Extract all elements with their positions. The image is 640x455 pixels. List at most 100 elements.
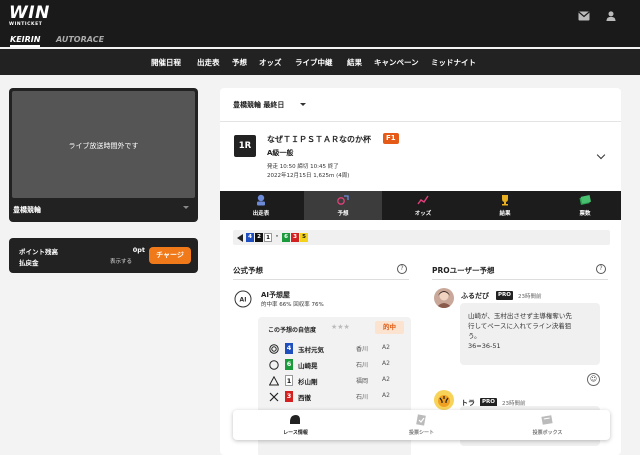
race-tabs: 出走表 予想 オッズ 結果 票数: [220, 191, 621, 220]
tiger-avatar-icon: [434, 390, 454, 410]
pro-prediction-title: PROユーザー予想: [432, 266, 495, 275]
svg-text:AI: AI: [240, 297, 247, 304]
tab-autorace[interactable]: AUTORACE: [56, 34, 104, 47]
tab-results[interactable]: 結果: [466, 191, 544, 220]
payout-show-link[interactable]: 表示する: [110, 257, 132, 265]
line-order-number: 1: [264, 233, 272, 242]
prediction-row: 1 杉山剛 福岡 A2: [266, 374, 406, 388]
live-offline-message: ライブ放送時間外です: [68, 142, 139, 150]
rider-name: 山崎晃: [298, 362, 318, 370]
point-balance-value: 0pt: [132, 246, 145, 254]
pro-badge: PRO: [496, 291, 513, 300]
odds-chart-icon: [417, 195, 429, 205]
charge-button[interactable]: チャージ: [149, 247, 191, 264]
ballot-sheet-button[interactable]: 投票シート: [359, 410, 484, 440]
divider: [233, 279, 409, 280]
rider-name: 杉山剛: [298, 378, 318, 386]
rider-prefecture: 香川: [356, 346, 369, 353]
tab-label: 票数: [579, 211, 591, 217]
help-icon[interactable]: ?: [397, 264, 407, 274]
rider-class: A2: [382, 344, 390, 351]
ballot-icon: [416, 414, 426, 426]
tab-votes[interactable]: 票数: [546, 191, 621, 220]
race-name: なぜＴＩＰＳＴＡＲなのか杯: [267, 135, 371, 144]
main-nav: 開催日程 出走表 予想 オッズ ライブ中継 結果 キャンペーン ミッドナイト: [0, 49, 640, 75]
post-time: 23時間前: [518, 294, 542, 300]
chevron-down-icon[interactable]: [300, 103, 306, 106]
rider-prefecture: 福岡: [356, 378, 369, 385]
bike-number: 3: [285, 391, 293, 402]
ballot-sheet-label: 投票シート: [408, 430, 434, 436]
rider-prefecture: 石川: [356, 362, 369, 369]
comment-line: 36=36-51: [468, 342, 501, 350]
prediction-row: 4 玉村元気 香川 A2: [266, 342, 406, 356]
pro-user-name[interactable]: ふるだび: [461, 291, 489, 301]
race-info-button[interactable]: レース情報: [233, 410, 358, 440]
grade-badge: F1: [383, 133, 399, 144]
pro-comment[interactable]: 山崎が、玉村出させず主導権奪い先 行してペースに入れてライン決着狙 う。 36=…: [460, 303, 600, 365]
help-icon[interactable]: ?: [596, 264, 606, 274]
tab-label: 結果: [499, 211, 511, 217]
tab-prediction[interactable]: 予想: [304, 191, 382, 220]
ai-predictor-name[interactable]: AI予想屋: [261, 290, 290, 300]
race-times: 発走 10:50 締切 10:45 終了: [267, 164, 339, 170]
rider-prefecture: 石川: [356, 394, 369, 401]
rider-name: 玉村元気: [298, 346, 324, 354]
arrow-left-icon: [237, 234, 243, 242]
live-player: ライブ放送時間外です 豊橋競輪: [9, 88, 198, 222]
nav-prediction[interactable]: 予想: [232, 57, 247, 68]
reaction-button[interactable]: ☺: [587, 373, 600, 386]
avatar[interactable]: [434, 288, 454, 308]
avatar[interactable]: [434, 390, 454, 410]
divider: [220, 121, 621, 122]
rider-class: A2: [382, 392, 390, 399]
tab-keirin[interactable]: KEIRIN: [10, 34, 41, 47]
tab-label: 出走表: [252, 211, 270, 217]
top-header: WIN WINTICKET: [0, 0, 640, 34]
line-order-separator: ・: [274, 234, 280, 240]
line-order-number: 6: [282, 233, 290, 242]
logo-main-text: WIN: [9, 3, 50, 23]
ai-predictor-stats: 的中率 66% 回収率 76%: [261, 302, 324, 308]
venue-select[interactable]: 豊橋競輪 最終日: [233, 100, 284, 110]
live-venue-label: 豊橋競輪: [13, 206, 41, 214]
comment-line: う。: [468, 332, 481, 340]
prediction-icon: [337, 195, 349, 205]
nav-midnight[interactable]: ミッドナイト: [431, 57, 476, 68]
triangle-mark-icon: [269, 376, 279, 386]
circle-mark-icon: [269, 360, 279, 370]
tab-odds[interactable]: オッズ: [384, 191, 462, 220]
user-icon[interactable]: [605, 11, 617, 21]
winticket-logo[interactable]: WIN WINTICKET: [9, 4, 50, 27]
ballot-box-button[interactable]: 投票ボックス: [485, 410, 610, 440]
double-circle-mark-icon: [269, 344, 279, 354]
tab-label: 予想: [337, 211, 349, 217]
nav-live[interactable]: ライブ中継: [295, 57, 333, 68]
chevron-down-icon[interactable]: [596, 150, 606, 160]
avatar-photo-icon: [434, 288, 454, 308]
mail-icon[interactable]: [578, 11, 590, 21]
hit-badge: 的中: [375, 321, 404, 334]
live-screen[interactable]: ライブ放送時間外です: [12, 91, 195, 198]
chevron-down-icon[interactable]: [183, 206, 189, 209]
ticket-box-icon: [541, 415, 553, 425]
ballot-box-label: 投票ボックス: [532, 430, 563, 436]
nav-race-card[interactable]: 出走表: [197, 57, 220, 68]
comment-line: 行してペースに入れてライン決着狙: [468, 322, 572, 330]
confidence-label: この予想の自信度: [268, 327, 317, 334]
nav-odds[interactable]: オッズ: [259, 57, 282, 68]
confidence-stars: ★★★: [331, 323, 350, 331]
nav-campaign[interactable]: キャンペーン: [374, 57, 419, 68]
tab-label: オッズ: [414, 211, 432, 217]
line-order-number: 3: [291, 233, 299, 242]
rider-class: A2: [382, 360, 390, 367]
tab-race-card[interactable]: 出走表: [222, 191, 300, 220]
nav-schedule[interactable]: 開催日程: [151, 57, 181, 68]
nav-results[interactable]: 結果: [347, 57, 362, 68]
sport-tabs: KEIRIN AUTORACE: [0, 34, 640, 47]
prediction-row: 6 山崎晃 石川 A2: [266, 358, 406, 372]
divider: [432, 279, 608, 280]
bike-number: 4: [285, 343, 293, 354]
race-class: A級一般: [267, 149, 294, 157]
cross-mark-icon: [269, 392, 279, 402]
